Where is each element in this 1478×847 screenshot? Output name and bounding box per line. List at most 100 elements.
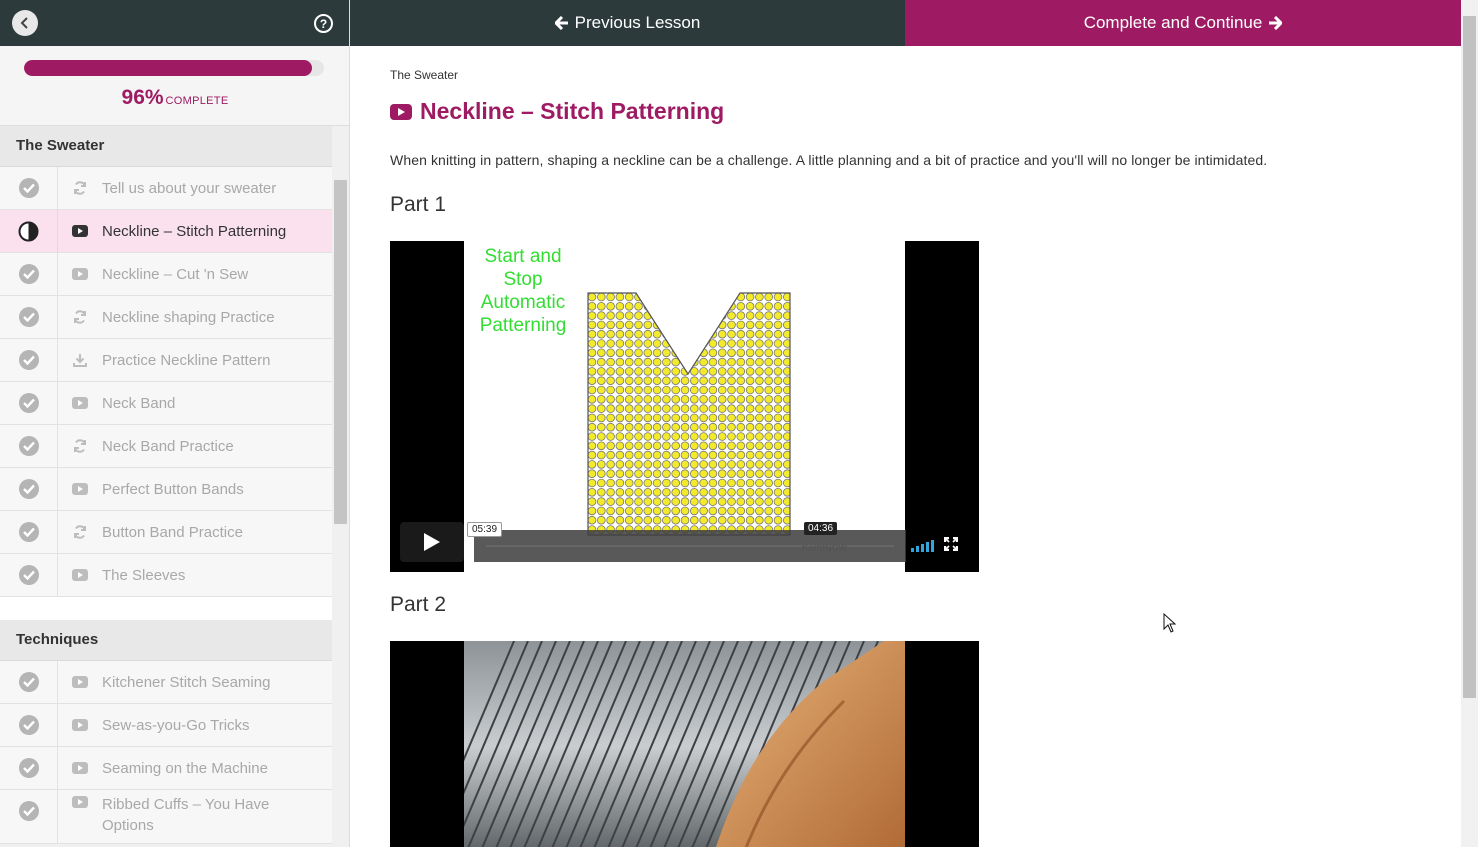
sidebar-header: ? [0, 0, 349, 46]
sidebar-lesson-item[interactable]: Neckline – Stitch Patterning [0, 209, 332, 253]
lesson-status [0, 660, 58, 704]
lesson-type [58, 525, 102, 539]
sidebar-lesson-item[interactable]: Kitchener Stitch Seaming [0, 660, 332, 704]
refresh-icon [74, 439, 86, 453]
sidebar-lesson-item[interactable]: Practice Neckline Pattern [0, 338, 332, 382]
lesson-status [0, 209, 58, 253]
check-circle-icon [18, 178, 39, 198]
lesson-status [0, 381, 58, 425]
lesson-status [0, 424, 58, 468]
video-time-hover: 04:36 [804, 522, 838, 535]
fullscreen-button[interactable] [943, 536, 959, 556]
part-2-heading: Part 2 [390, 593, 447, 616]
lesson-title-label: Kitchener Stitch Seaming [102, 673, 271, 691]
lesson-title-label: Tell us about your sweater [102, 179, 277, 197]
chevron-left-icon [20, 17, 28, 29]
sidebar-lesson-item[interactable]: Ribbed Cuffs – You Have Options [0, 790, 332, 844]
lesson-type [58, 310, 102, 324]
chapter-title: The Sweater [0, 126, 332, 167]
lesson-type [58, 439, 102, 453]
fullscreen-icon [943, 536, 959, 552]
sidebar-lesson-item[interactable]: Neckline – Cut 'n Sew [0, 252, 332, 296]
youtube-icon [72, 268, 88, 280]
video-time-elapsed: 05:39 [467, 522, 503, 537]
lesson-type [58, 762, 102, 774]
check-circle-icon [18, 436, 39, 456]
sidebar-lesson-item[interactable]: Neckline shaping Practice [0, 295, 332, 339]
arrow-right-icon [1269, 16, 1283, 30]
lesson-status [0, 553, 58, 597]
sidebar-scrollbar-thumb[interactable] [334, 180, 347, 524]
lesson-type [58, 790, 102, 808]
check-circle-icon [18, 350, 39, 370]
sidebar-lesson-item[interactable]: Button Band Practice [0, 510, 332, 554]
lesson-type [58, 676, 102, 688]
play-icon [424, 533, 440, 551]
course-progress: 96% COMPLETE [0, 46, 349, 126]
sidebar-lesson-item[interactable]: Tell us about your sweater [0, 166, 332, 210]
check-circle-icon [18, 264, 39, 284]
lesson-title-label: Sew-as-you-Go Tricks [102, 716, 250, 734]
sidebar-lesson-item[interactable]: The Sleeves [0, 553, 332, 597]
lesson-intro: When knitting in pattern, shaping a neck… [390, 152, 1268, 168]
lesson-title-label: Neck Band [102, 394, 176, 412]
sidebar-lesson-item[interactable]: Perfect Button Bands [0, 467, 332, 511]
help-button[interactable]: ? [314, 14, 333, 33]
breadcrumb: The Sweater [390, 68, 459, 82]
overlay-line-2: Stop [503, 269, 542, 290]
progress-complete-label: COMPLETE [165, 95, 229, 107]
video-player-1[interactable]: Start and Stop Automatic Patterning Knit… [390, 241, 979, 572]
half-circle-icon [18, 221, 39, 241]
sidebar-lesson-item[interactable]: Seaming on the Machine [0, 746, 332, 790]
course-sidebar: ? 96% COMPLETE The Sweater Tell us about y… [0, 0, 350, 847]
question-icon: ? [319, 16, 328, 31]
page-scrollbar-thumb[interactable] [1463, 16, 1476, 698]
lesson-status [0, 703, 58, 747]
sidebar-lesson-item[interactable]: Neck Band Practice [0, 424, 332, 468]
youtube-icon [72, 796, 88, 808]
back-button[interactable] [12, 10, 38, 36]
youtube-icon [72, 676, 88, 688]
youtube-icon [72, 719, 88, 731]
lesson-status [0, 295, 58, 339]
refresh-icon [74, 525, 86, 539]
sidebar-lesson-item[interactable]: Neck Band [0, 381, 332, 425]
lesson-title-label: Ribbed Cuffs – You Have Options [102, 796, 270, 834]
lesson-type [58, 483, 102, 495]
video-brand-logo: KnititNOW [802, 543, 847, 553]
overlay-line-4: Patterning [480, 315, 567, 336]
check-circle-icon [18, 565, 39, 585]
lesson-status [0, 338, 58, 382]
lesson-title-label: Practice Neckline Pattern [102, 351, 271, 369]
previous-lesson-button[interactable]: Previous Lesson [350, 0, 905, 46]
part-1-heading: Part 1 [390, 193, 447, 216]
video-frame: Start and Stop Automatic Patterning [464, 241, 905, 572]
lesson-type [58, 569, 102, 581]
check-circle-icon [18, 479, 39, 499]
video-frame-2 [464, 641, 905, 847]
sidebar-lesson-item[interactable]: Sew-as-you-Go Tricks [0, 703, 332, 747]
volume-icon[interactable] [911, 538, 934, 552]
lesson-status [0, 166, 58, 210]
play-button[interactable] [400, 522, 464, 562]
check-circle-icon [18, 393, 39, 413]
lesson-status [0, 467, 58, 511]
lesson-type [58, 397, 102, 409]
progress-percent: 96% [121, 86, 164, 109]
complete-and-continue-button[interactable]: Complete and Continue [905, 0, 1461, 46]
youtube-icon [72, 569, 88, 581]
video-player-2[interactable] [390, 641, 979, 847]
check-circle-icon [18, 715, 39, 735]
progress-bar-fill [24, 60, 312, 76]
lesson-status [0, 252, 58, 296]
lesson-title-label: The Sleeves [102, 566, 186, 584]
youtube-icon [72, 762, 88, 774]
chapter-spacer [0, 597, 332, 620]
overlay-line-3: Automatic [481, 292, 565, 313]
youtube-icon [72, 397, 88, 409]
lesson-type [58, 181, 102, 195]
youtube-icon [390, 103, 412, 120]
check-circle-icon [18, 801, 39, 821]
check-circle-icon [18, 522, 39, 542]
lesson-title-label: Perfect Button Bands [102, 480, 244, 498]
